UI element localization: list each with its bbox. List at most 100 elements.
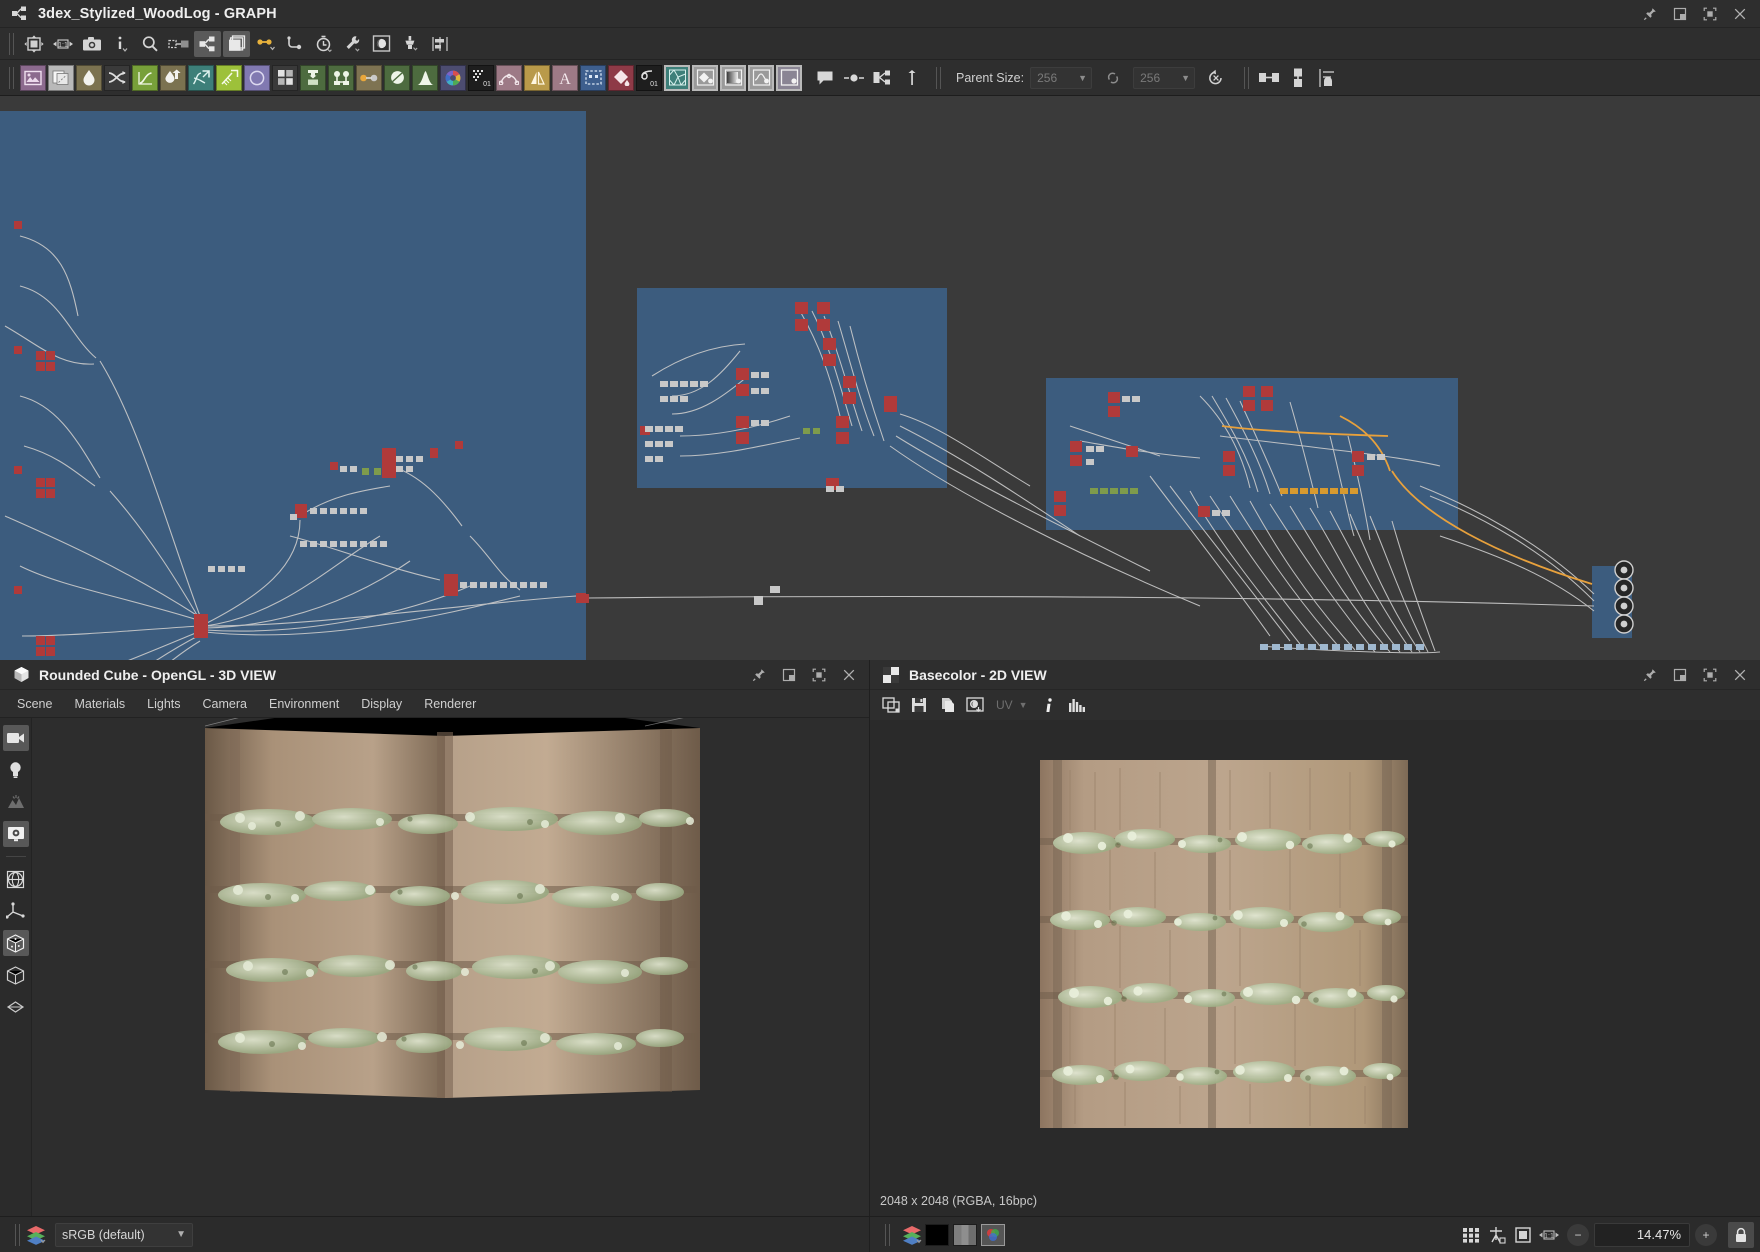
- black-swatch-button[interactable]: [925, 1224, 949, 1246]
- pin-2d-panel-button[interactable]: [1636, 663, 1664, 687]
- panel-2d-body[interactable]: 2048 x 2048 (RGBA, 16bpc): [870, 720, 1760, 1216]
- rgb-channels-button[interactable]: [981, 1224, 1005, 1246]
- svg-node-button[interactable]: [48, 65, 74, 91]
- text-node-button[interactable]: [76, 65, 102, 91]
- dither-node-button[interactable]: 01: [468, 65, 494, 91]
- crystal-node-button[interactable]: [664, 65, 690, 91]
- curve-node-button[interactable]: [132, 65, 158, 91]
- align-nodes-icon[interactable]: [426, 31, 453, 57]
- shape-node-button[interactable]: [244, 65, 270, 91]
- comment-icon[interactable]: [811, 65, 838, 91]
- menu-display[interactable]: Display: [350, 693, 413, 715]
- graph-share-icon[interactable]: [194, 31, 221, 57]
- hsl-node-button[interactable]: [440, 65, 466, 91]
- polyline-icon[interactable]: [281, 31, 308, 57]
- node-stack-icon[interactable]: [1284, 65, 1311, 91]
- yellow-link-icon[interactable]: [252, 31, 279, 57]
- actual-size-button[interactable]: 1:1: [49, 31, 76, 57]
- display-settings-button[interactable]: [3, 821, 29, 847]
- menu-materials[interactable]: Materials: [63, 693, 136, 715]
- uv-dropdown[interactable]: UV ▼: [996, 698, 1028, 712]
- ruler-person-button[interactable]: [1484, 1223, 1510, 1247]
- copy-icon[interactable]: [934, 693, 960, 717]
- function-node-button[interactable]: 01: [636, 65, 662, 91]
- wrench-icon[interactable]: [339, 31, 366, 57]
- parent-size-grip[interactable]: [936, 67, 941, 89]
- noise-node-button[interactable]: [328, 65, 354, 91]
- material-fill-button[interactable]: [692, 65, 718, 91]
- reset-size-icon[interactable]: [1202, 65, 1229, 91]
- sphere-shading-icon[interactable]: [368, 31, 395, 57]
- shaded-cube-button[interactable]: [3, 930, 29, 956]
- fill-node-button[interactable]: [608, 65, 634, 91]
- fit-to-view-button[interactable]: [20, 31, 47, 57]
- restore-3d-panel-button[interactable]: [775, 663, 803, 687]
- info-dropdown-icon[interactable]: [107, 31, 134, 57]
- gradient-ramp-button[interactable]: [720, 65, 746, 91]
- lock-zoom-button[interactable]: [1728, 1222, 1754, 1248]
- transform-node-button[interactable]: [216, 65, 242, 91]
- viewport-3d[interactable]: [0, 718, 869, 1216]
- stopwatch-icon[interactable]: [310, 31, 337, 57]
- info-i-icon[interactable]: [1036, 693, 1062, 717]
- wireframe-button[interactable]: [3, 866, 29, 892]
- bitmap-node-button[interactable]: [20, 65, 46, 91]
- parent-size-width-select[interactable]: 256 ▼: [1030, 67, 1092, 89]
- menu-renderer[interactable]: Renderer: [413, 693, 487, 715]
- restore-window-button[interactable]: [1666, 2, 1694, 26]
- layers-stack-icon[interactable]: [223, 31, 250, 57]
- camera-icon[interactable]: [78, 31, 105, 57]
- node-link-icon[interactable]: [165, 31, 192, 57]
- map-pin-icon[interactable]: [898, 65, 925, 91]
- axis-gizmo-button[interactable]: [3, 898, 29, 924]
- menu-scene[interactable]: Scene: [6, 693, 63, 715]
- tile-node-button[interactable]: [272, 65, 298, 91]
- brush-icon[interactable]: [397, 31, 424, 57]
- colorspace-select[interactable]: sRGB (default) ▼: [55, 1223, 193, 1247]
- status-right-grip[interactable]: [885, 1224, 890, 1246]
- export-image-icon[interactable]: [962, 693, 988, 717]
- zoom-in-button[interactable]: +: [1695, 1224, 1717, 1246]
- close-window-button[interactable]: [1726, 2, 1754, 26]
- menu-camera[interactable]: Camera: [192, 693, 258, 715]
- warp-node-button[interactable]: [188, 65, 214, 91]
- value-node-button[interactable]: [776, 65, 802, 91]
- environment-tool-button[interactable]: [3, 789, 29, 815]
- search-icon[interactable]: [136, 31, 163, 57]
- bezier-node-button[interactable]: [496, 65, 522, 91]
- new-window-icon[interactable]: [878, 693, 904, 717]
- light-tool-button[interactable]: [3, 757, 29, 783]
- actual-size-2d-button[interactable]: 1:1: [1536, 1223, 1562, 1247]
- selection-node-button[interactable]: [580, 65, 606, 91]
- zoom-level-field[interactable]: 14.47%: [1594, 1223, 1690, 1247]
- menu-lights[interactable]: Lights: [136, 693, 191, 715]
- camera-tool-button[interactable]: [3, 725, 29, 751]
- maximize-2d-panel-button[interactable]: [1696, 663, 1724, 687]
- node-io-icon[interactable]: [1255, 65, 1282, 91]
- zoom-out-button[interactable]: −: [1567, 1224, 1589, 1246]
- dot-line-icon[interactable]: [840, 65, 867, 91]
- pin-3d-panel-button[interactable]: [745, 663, 773, 687]
- sphere-node-button[interactable]: [384, 65, 410, 91]
- panel-3d-body[interactable]: [0, 718, 869, 1216]
- parent-size-height-select[interactable]: 256 ▼: [1133, 67, 1195, 89]
- toolbar-grip[interactable]: [9, 33, 14, 55]
- shuffle-node-button[interactable]: [104, 65, 130, 91]
- gradient-node-button[interactable]: [300, 65, 326, 91]
- node-out-icon[interactable]: [869, 65, 896, 91]
- graph-canvas[interactable]: [0, 96, 1760, 660]
- floppy-save-icon[interactable]: [906, 693, 932, 717]
- pixel-grid-button[interactable]: [1458, 1223, 1484, 1247]
- text-tool-button[interactable]: A: [552, 65, 578, 91]
- blend-node-button[interactable]: [160, 65, 186, 91]
- gray-swatch-button[interactable]: [953, 1224, 977, 1246]
- node-align-icon[interactable]: [1313, 65, 1340, 91]
- status-grip[interactable]: [15, 1224, 20, 1246]
- menu-environment[interactable]: Environment: [258, 693, 350, 715]
- histogram-icon[interactable]: [1064, 693, 1090, 717]
- right-tools-grip[interactable]: [1244, 67, 1249, 89]
- pin-window-button[interactable]: [1636, 2, 1664, 26]
- curve-editor-button[interactable]: [748, 65, 774, 91]
- maximize-3d-panel-button[interactable]: [805, 663, 833, 687]
- colorspace-layers-button[interactable]: [901, 1225, 923, 1245]
